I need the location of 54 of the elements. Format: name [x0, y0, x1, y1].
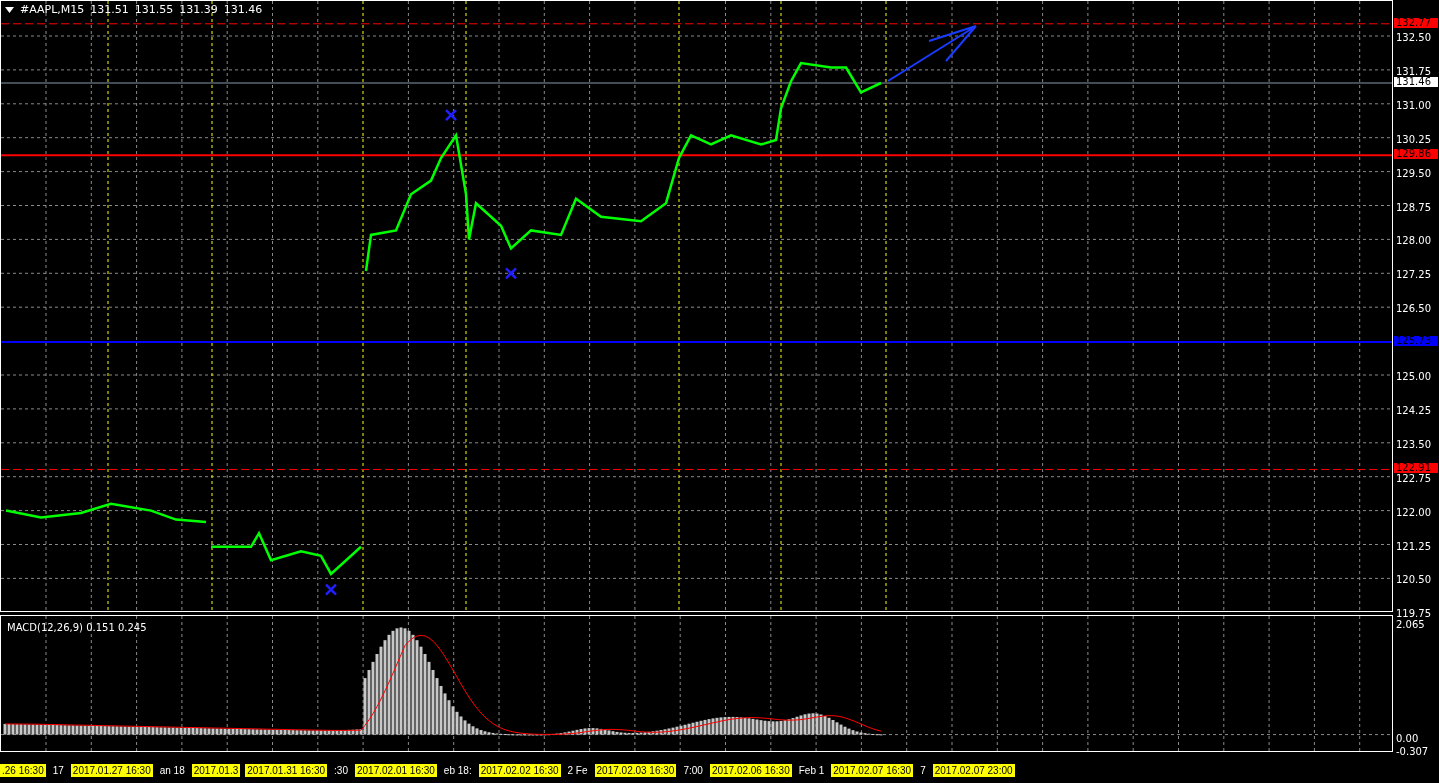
- ohlc-value: 131.51: [90, 3, 129, 16]
- price-tick-label: 128.75: [1396, 202, 1431, 213]
- price-level-tag: 129.86: [1394, 149, 1438, 160]
- ohlc-value: 131.55: [134, 3, 174, 16]
- time-label: :30: [333, 764, 349, 777]
- price-tick-label: 122.75: [1396, 473, 1431, 484]
- time-label: 17: [51, 764, 65, 777]
- macd-tick-label: -0.307: [1396, 747, 1429, 757]
- macd-tick-label: 2.065: [1396, 620, 1425, 630]
- time-label: Feb 1: [797, 764, 826, 777]
- price-tick-label: 121.25: [1396, 541, 1431, 552]
- price-tick-label: 129.50: [1396, 168, 1431, 179]
- time-label: 2017.01.3: [191, 764, 241, 777]
- time-label: 7:00: [682, 764, 704, 777]
- price-tick-label: 123.50: [1396, 439, 1431, 450]
- macd-tick-label: 0.00: [1396, 734, 1419, 744]
- time-label: 2017.02.02 16:30: [478, 764, 561, 777]
- time-label: 2017.02.07 23:00: [932, 764, 1015, 777]
- cross-marker-icon: [324, 583, 338, 596]
- price-tick-label: 119.75: [1396, 609, 1431, 620]
- price-tick-label: 124.25: [1396, 405, 1431, 416]
- cross-marker-icon: [504, 267, 518, 280]
- time-label: 2017.02.01 16:30: [355, 764, 437, 777]
- time-label: eb 18:: [442, 764, 473, 777]
- price-tick-label: 125.00: [1396, 372, 1431, 382]
- time-label: 2017.01.27 16:30: [70, 764, 153, 777]
- macd-label: MACD(12,26,9) 0.151 0.245: [7, 622, 147, 633]
- time-label: 2017.01.31 16:30: [245, 764, 328, 777]
- ohlc-value: 131.39: [179, 3, 218, 16]
- current-price-tag: 131.46: [1394, 77, 1438, 87]
- price-tick-label: 126.50: [1396, 304, 1431, 315]
- time-label: 7: [919, 764, 927, 777]
- price-tick-label: 130.25: [1396, 134, 1431, 145]
- price-tick-label: 132.50: [1396, 33, 1431, 43]
- price-level-tag: 125.73: [1394, 336, 1438, 346]
- price-tick-label: 120.50: [1396, 575, 1431, 586]
- price-tick-label: 131.00: [1396, 100, 1431, 111]
- ohlc-value: 131.46: [223, 3, 263, 16]
- time-label: an 18: [158, 764, 186, 777]
- price-level-tag: 132.77: [1394, 17, 1438, 28]
- time-label: 2017.02.07 16:30: [831, 764, 914, 777]
- price-tick-label: 128.00: [1396, 236, 1431, 247]
- price-tick-label: 122.00: [1396, 507, 1431, 518]
- time-label: 2017.02.03 16:30: [594, 764, 677, 777]
- price-tick-label: 131.75: [1396, 66, 1431, 77]
- symbol-label: #AAPL,M15: [20, 3, 85, 16]
- price-tick-label: 127.25: [1396, 270, 1431, 281]
- cross-marker-icon: [444, 108, 458, 122]
- time-label: 2017.02.06 16:30: [709, 764, 792, 777]
- trend-arrow-icon: [887, 25, 977, 82]
- dropdown-icon[interactable]: [5, 6, 14, 13]
- price-level-tag: 122.91: [1394, 463, 1438, 474]
- time-label: .26 16:30: [0, 764, 46, 777]
- time-label: 2 Fe: [566, 764, 589, 777]
